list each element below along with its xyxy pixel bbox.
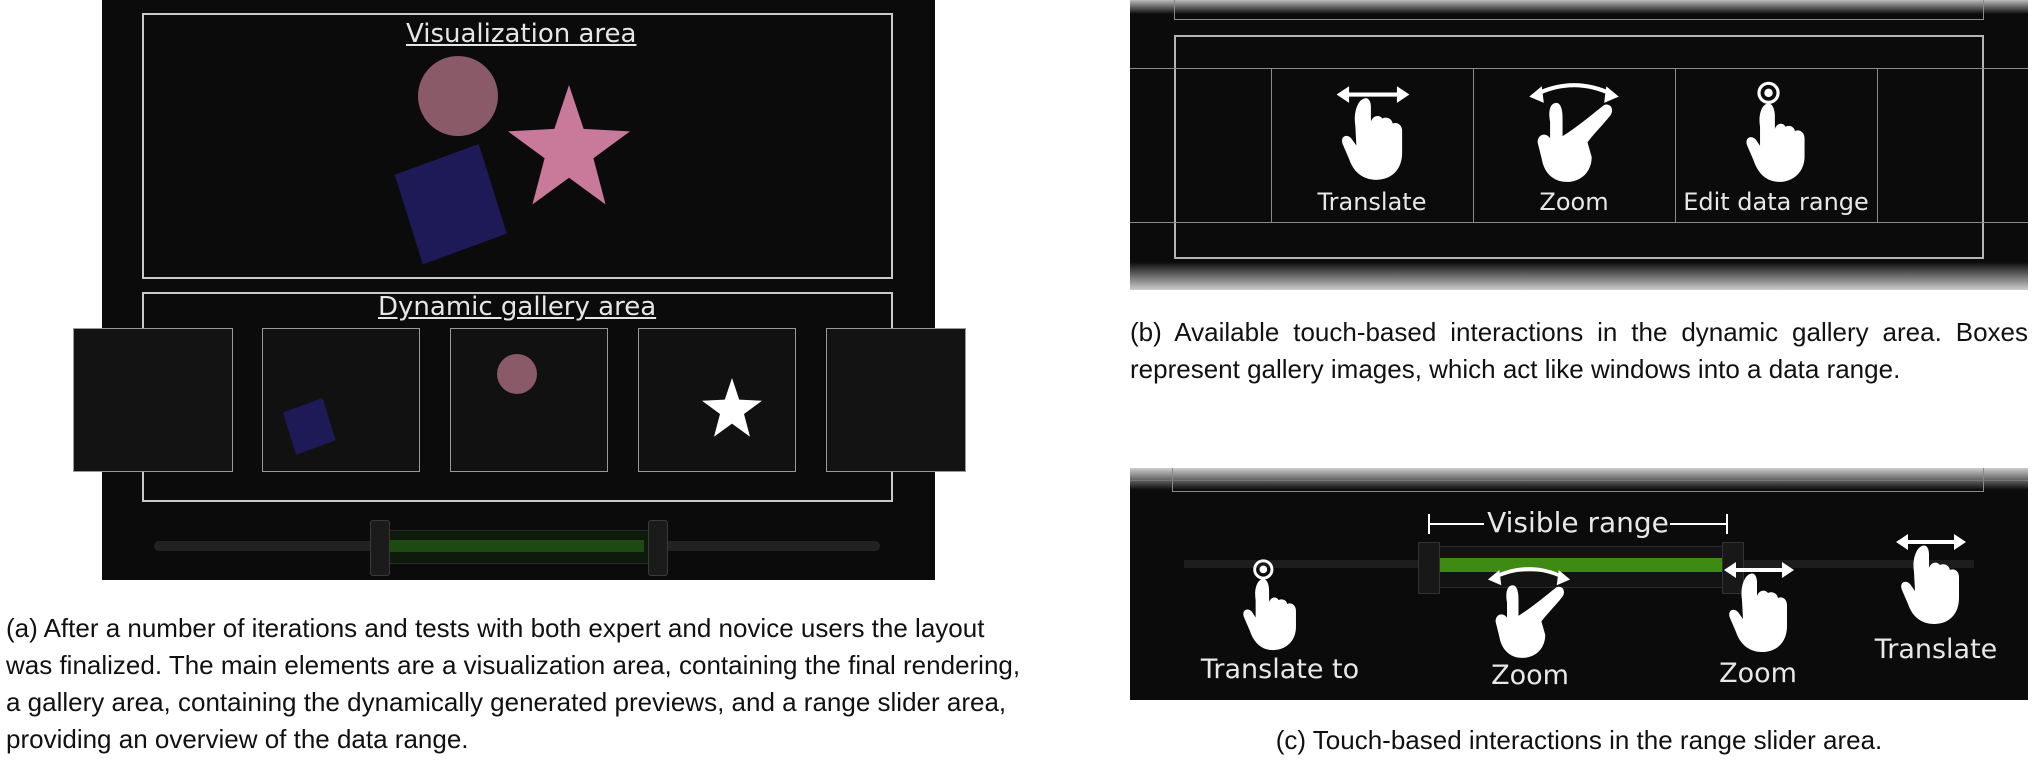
caption-b: (b) Available touch-based interactions i… — [1130, 317, 2028, 384]
panel-a-layout: Visualization area Dynamic gallery area — [102, 0, 935, 580]
range-slider-handle-left[interactable] — [1418, 542, 1440, 594]
gallery-line-bottom — [1130, 222, 2028, 223]
tap-gesture-icon — [1746, 81, 1805, 182]
tap-gesture-icon — [1243, 559, 1296, 651]
gallery-image-left — [73, 328, 233, 472]
visible-range-arrow-right — [1670, 523, 1726, 525]
translate-gesture-icon — [1336, 86, 1410, 180]
gallery-circle — [497, 354, 537, 394]
gallery-remnant-line — [1130, 480, 2028, 481]
panel-c-slider-interactions: Visible range Translate to Zoom Zoom Tra… — [1130, 468, 2028, 700]
label-zoom-pinch: Zoom — [1491, 660, 1569, 691]
visible-range-label: Visible range — [1487, 506, 1669, 539]
translate-gesture-icon — [1896, 534, 1966, 624]
label-translate: Translate — [1874, 634, 1998, 665]
gallery-area-label: Dynamic gallery area — [378, 292, 657, 322]
gallery-line-top — [1130, 68, 2028, 69]
zoom-gesture-icon — [1529, 83, 1619, 182]
visible-range-arrow-left — [1430, 523, 1484, 525]
gesture-label-edit-range: Edit data range — [1683, 188, 1869, 216]
label-zoom-handle: Zoom — [1719, 658, 1797, 689]
range-slider-fill — [1440, 558, 1724, 572]
zoom-gesture-icon — [1487, 567, 1571, 658]
gallery-square — [282, 398, 336, 455]
range-slider-fill — [390, 540, 644, 552]
pink-circle — [418, 56, 498, 136]
gesture-label-translate: Translate — [1317, 188, 1427, 216]
gallery-divider-4 — [1877, 68, 1878, 222]
gallery-star — [702, 378, 762, 437]
range-slider-handle-right[interactable] — [648, 520, 668, 576]
gallery-image-right — [826, 328, 966, 472]
caption-c: (c) Touch-based interactions in the rang… — [1275, 725, 1883, 755]
gesture-label-zoom: Zoom — [1539, 188, 1609, 216]
caption-a: (a) After a number of iterations and tes… — [6, 613, 1021, 754]
visible-range-bracket-right — [1726, 514, 1728, 534]
pink-star — [508, 85, 630, 205]
handle-drag-gesture-icon — [1724, 562, 1794, 652]
panel-b-gallery-interactions: Translate Zoom Edit data range — [1130, 0, 2028, 290]
gallery-frame-top — [1174, 0, 1984, 20]
range-slider-handle-left[interactable] — [370, 520, 390, 576]
visualization-area-label: Visualization area — [406, 19, 637, 49]
gallery-image-center — [450, 328, 608, 472]
blue-square — [394, 144, 507, 265]
label-translate-to: Translate to — [1200, 654, 1360, 685]
